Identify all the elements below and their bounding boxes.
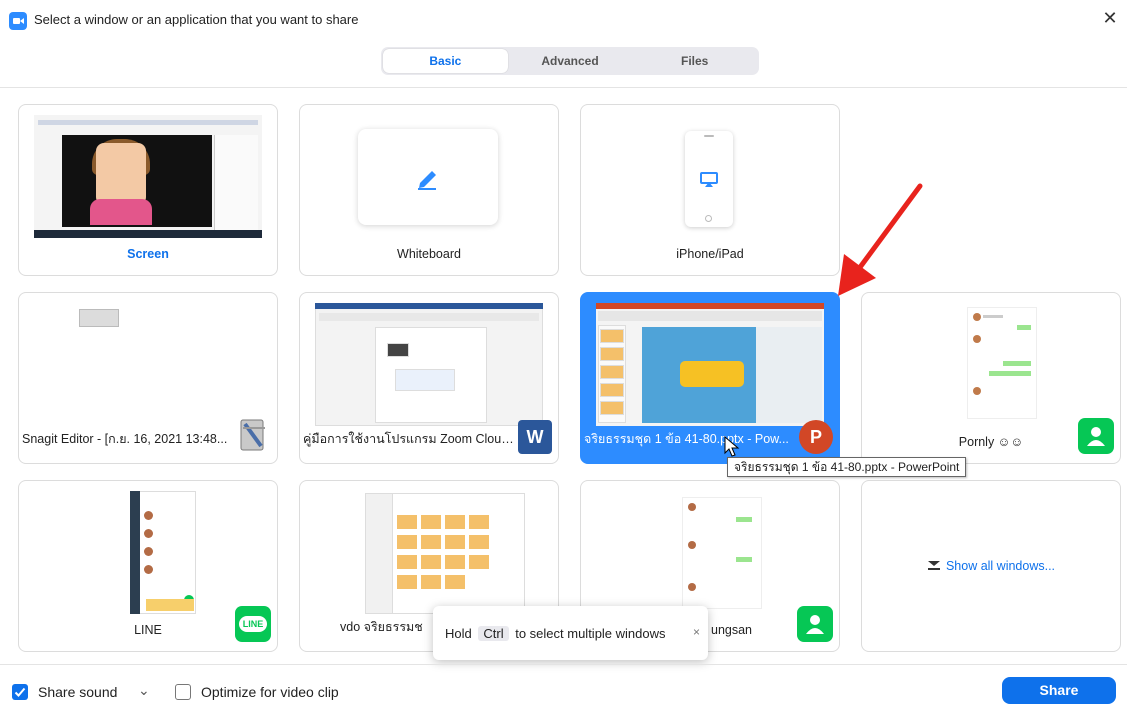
tab-advanced[interactable]: Advanced: [508, 49, 633, 73]
tile-label: iPhone/iPad: [676, 247, 744, 261]
powerpoint-icon: P: [799, 420, 833, 454]
hint-close-icon[interactable]: ×: [693, 625, 700, 639]
close-button[interactable]: ✕: [1099, 7, 1121, 29]
red-arrow-annotation: [838, 183, 923, 296]
footer-divider: [0, 664, 1127, 665]
whiteboard-card: [358, 129, 498, 225]
window-thumbnail: [877, 303, 1105, 426]
show-all-windows-icon: [927, 561, 940, 570]
share-tile-iphone-ipad[interactable]: iPhone/iPad: [580, 104, 840, 276]
close-icon: ✕: [1102, 8, 1118, 28]
pen-icon: [418, 171, 436, 190]
multi-select-hint: Hold Ctrl to select multiple windows ×: [433, 606, 708, 660]
snagit-icon: [240, 419, 265, 451]
window-title: Select a window or an application that y…: [34, 12, 359, 27]
bottom-bar: Share sound ⌄ Optimize for video clip Sh…: [0, 671, 1127, 709]
share-tile-word-doc[interactable]: คู่มือการใช้งานโปรแกรม Zoom Cloud... W: [299, 292, 559, 464]
hint-text: Hold Ctrl to select multiple windows: [445, 626, 666, 641]
title-bar: Select a window or an application that y…: [0, 0, 1127, 40]
tab-files[interactable]: Files: [632, 49, 757, 73]
show-all-windows-tile[interactable]: Show all windows...: [861, 480, 1121, 652]
airplay-icon: [700, 172, 718, 187]
share-sound-label[interactable]: Share sound: [38, 684, 117, 700]
show-all-windows-link[interactable]: Show all windows...: [863, 559, 1120, 573]
checkbox-icon: [14, 687, 26, 697]
share-tabs: Basic Advanced Files: [381, 47, 759, 75]
contact-icon: [797, 606, 833, 642]
window-thumbnail: [34, 491, 262, 614]
share-tile-screen[interactable]: Screen: [18, 104, 278, 276]
tile-label: จริยธรรมชุด 1 ข้อ 41-80.pptx - Pow...: [584, 432, 789, 446]
screen-thumbnail: [34, 115, 262, 238]
tile-label: Whiteboard: [397, 247, 461, 261]
mouse-cursor-icon: [724, 436, 740, 457]
optimize-video-label[interactable]: Optimize for video clip: [201, 684, 339, 700]
share-sound-checkbox[interactable]: [12, 684, 28, 700]
zoom-app-icon: [9, 12, 27, 30]
share-tile-whiteboard[interactable]: Whiteboard: [299, 104, 559, 276]
window-thumbnail: [596, 303, 824, 426]
ctrl-key-badge: Ctrl: [478, 626, 509, 641]
show-all-windows-label: Show all windows...: [945, 559, 1056, 573]
contact-icon: [1078, 418, 1114, 454]
header-divider: [0, 87, 1127, 88]
tile-label: คู่มือการใช้งานโปรแกรม Zoom Cloud...: [303, 432, 514, 446]
share-tile-powerpoint[interactable]: จริยธรรมชุด 1 ข้อ 41-80.pptx - Pow... P: [580, 292, 840, 464]
line-icon: LINE: [235, 606, 271, 642]
word-icon: W: [518, 420, 552, 454]
window-thumbnail: [596, 491, 824, 614]
share-button[interactable]: Share: [1002, 677, 1116, 704]
phone-graphic: [685, 131, 733, 227]
optimize-video-checkbox[interactable]: [175, 684, 191, 700]
window-title-tooltip: จริยธรรมชุด 1 ข้อ 41-80.pptx - PowerPoin…: [727, 457, 967, 477]
tile-label: Snagit Editor - [ก.ย. 16, 2021 13:48...: [22, 432, 228, 446]
window-thumbnail: [34, 303, 262, 426]
share-tile-pornly[interactable]: Pornly ☺☺: [861, 292, 1121, 464]
share-tile-snagit[interactable]: Snagit Editor - [ก.ย. 16, 2021 13:48...: [18, 292, 278, 464]
window-thumbnail: [315, 303, 543, 426]
tab-basic[interactable]: Basic: [383, 49, 508, 73]
tile-label: Screen: [127, 247, 169, 261]
window-thumbnail: [315, 491, 543, 614]
share-tile-line[interactable]: LINE LINE: [18, 480, 278, 652]
chevron-down-icon[interactable]: ⌄: [138, 682, 150, 699]
